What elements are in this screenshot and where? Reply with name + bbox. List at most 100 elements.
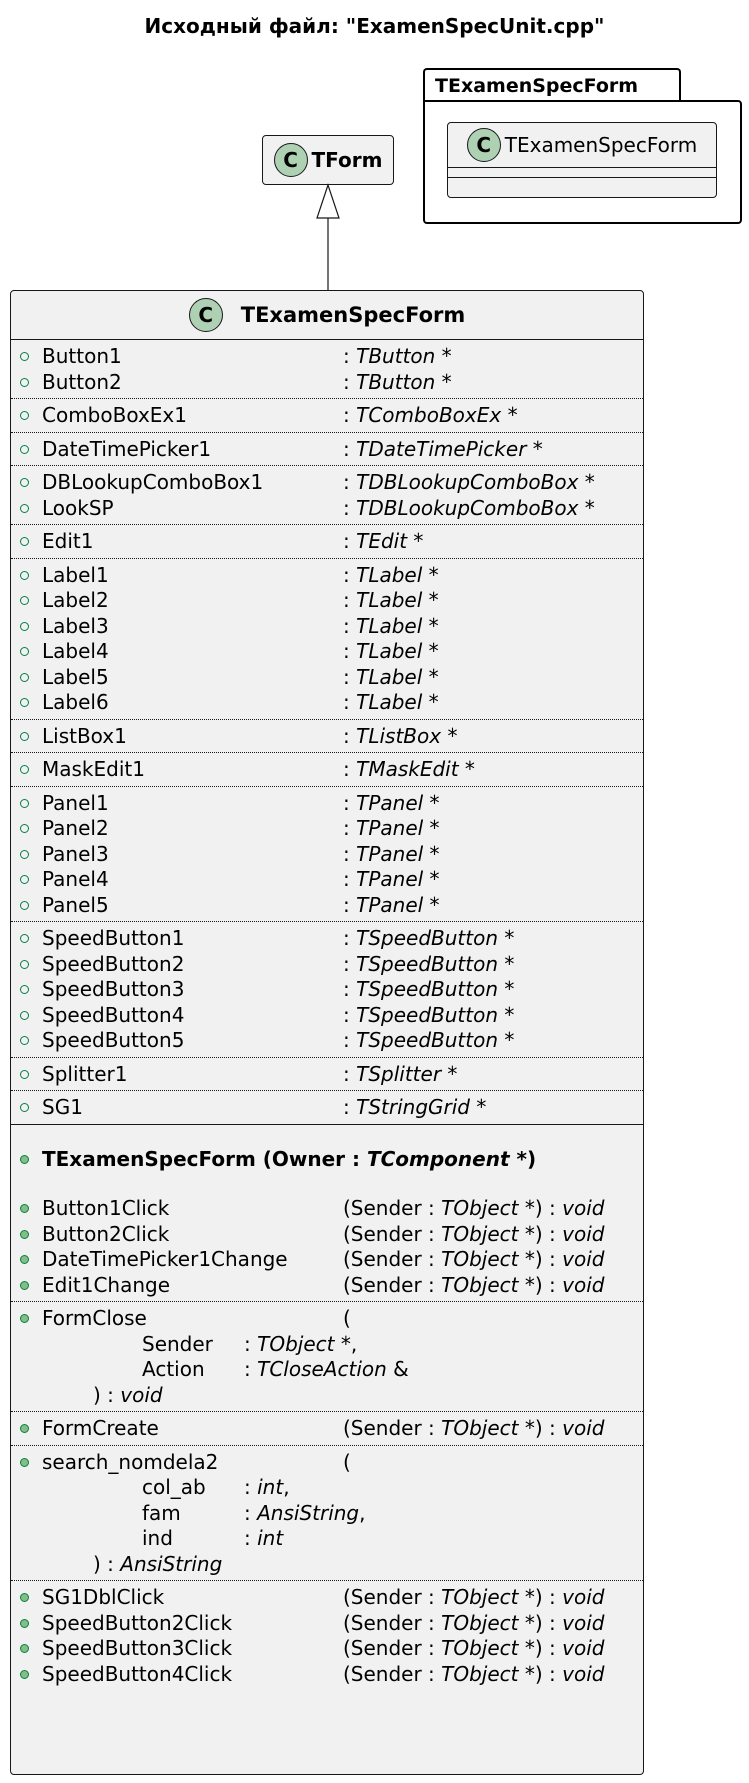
field-type: : TLabel * <box>343 639 439 663</box>
field-row: SpeedButton4 : TSpeedButton * <box>11 1003 643 1029</box>
method-signature: (Sender : TObject *) : void <box>343 1661 605 1686</box>
public-field-icon <box>20 959 29 969</box>
field-name: SpeedButton5 <box>42 1028 185 1052</box>
method-signature: ( <box>343 1449 351 1474</box>
public-field-icon <box>20 411 29 420</box>
field-name: Splitter1 <box>42 1061 128 1086</box>
field-name: SpeedButton4 <box>42 1002 185 1027</box>
field-name: Label3 <box>42 613 109 638</box>
method-param-row: ind: int <box>11 1526 643 1552</box>
field-type: : TStringGrid * <box>343 1095 487 1119</box>
field-name: Label2 <box>42 588 109 612</box>
field-group: ComboBoxEx1: TComboBoxEx * <box>11 399 643 432</box>
field-row: SpeedButton5 : TSpeedButton * <box>11 1028 643 1054</box>
field-name: DateTimePicker1 <box>42 436 212 461</box>
field-row: DBLookupComboBox1: TDBLookupComboBox * <box>11 470 643 496</box>
public-field-icon <box>20 875 29 884</box>
param-name: Action <box>142 1357 205 1381</box>
public-field-icon <box>20 798 29 808</box>
method-name: search_nomdela2 <box>42 1449 219 1474</box>
public-field-icon <box>20 824 29 833</box>
field-name: Panel2 <box>42 816 109 840</box>
field-type: : TLabel * <box>343 562 439 587</box>
method-row: SpeedButton3Click (Sender : TObject *) : … <box>11 1636 643 1662</box>
fields-compartment: Button1 : TButton * Button2: TButton * Comb… <box>11 340 643 1124</box>
public-field-icon <box>20 621 29 631</box>
method-row: Button2Click (Sender : TObject *) : void <box>11 1222 643 1248</box>
field-group: ListBox1: TListBox * <box>11 720 643 753</box>
main-class-name: TExamenSpecForm <box>240 303 466 327</box>
field-type: : TSpeedButton * <box>343 1028 515 1052</box>
param-name: Sender <box>142 1331 213 1356</box>
field-type: : TSpeedButton * <box>343 951 515 976</box>
public-method-icon <box>20 1457 29 1467</box>
public-method-icon <box>20 1204 29 1213</box>
field-name: SpeedButton1 <box>42 926 185 950</box>
field-name: Panel4 <box>42 867 109 891</box>
field-row: Panel5: TPanel * <box>11 893 643 919</box>
public-field-icon <box>20 647 29 656</box>
param-name: ind <box>142 1526 173 1550</box>
field-group: Panel1: TPanel * Panel2: TPanel * Panel3: … <box>11 787 643 922</box>
constructor-signature: TExamenSpecForm (Owner : TComponent *) <box>42 1146 537 1171</box>
field-row: ListBox1: TListBox * <box>11 724 643 750</box>
field-row: Edit1: TEdit * <box>11 529 643 555</box>
field-name: Label4 <box>42 639 109 663</box>
method-name: SpeedButton2Click <box>42 1610 233 1635</box>
method-signature: (Sender : TObject *) : void <box>343 1196 605 1220</box>
public-method-icon <box>20 1644 29 1653</box>
method-name: SpeedButton4Click <box>42 1661 233 1686</box>
field-row: SpeedButton3: TSpeedButton * <box>11 977 643 1003</box>
field-row: Label1 : TLabel * <box>11 563 643 589</box>
public-method-icon <box>20 1280 29 1290</box>
public-method-icon <box>20 1229 29 1239</box>
field-type: : TEdit * <box>343 529 424 553</box>
field-type: : TSpeedButton * <box>343 926 515 950</box>
method-row: DateTimePicker1Change (Sender : TObject *… <box>11 1247 643 1273</box>
method-row: SpeedButton2Click (Sender : TObject *) : … <box>11 1611 643 1637</box>
field-row: SpeedButton1 : TSpeedButton * <box>11 926 643 952</box>
method-signature: (Sender : TObject *) : void <box>343 1636 605 1660</box>
field-group: Button1 : TButton * Button2: TButton * <box>11 340 643 398</box>
public-field-icon <box>20 698 29 707</box>
param-type: : TCloseAction & <box>244 1357 409 1381</box>
method-param-row: fam: AnsiString, <box>11 1501 643 1527</box>
method-signature: (Sender : TObject *) : void <box>343 1610 605 1635</box>
field-group: DateTimePicker1 : TDateTimePicker * <box>11 433 643 466</box>
field-group: Edit1: TEdit * <box>11 525 643 558</box>
field-type: : TLabel * <box>343 690 439 714</box>
field-row: Button2: TButton * <box>11 370 643 396</box>
field-group: SG1: TStringGrid * <box>11 1091 643 1124</box>
method-param-row: Action : TCloseAction & <box>11 1357 643 1383</box>
method-signature: (Sender : TObject *) : void <box>343 1585 605 1609</box>
inheritance-arrow <box>316 183 340 290</box>
field-name: SpeedButton2 <box>42 951 185 976</box>
field-name: Panel1 <box>42 790 109 815</box>
field-type: : TMaskEdit * <box>343 757 475 781</box>
method-signature: ( <box>343 1306 351 1330</box>
field-type: : TButton * <box>343 369 452 394</box>
param-name: fam <box>142 1500 181 1525</box>
public-field-icon <box>20 765 29 774</box>
field-type: : TPanel * <box>343 841 440 866</box>
field-name: SpeedButton3 <box>42 977 185 1001</box>
method-close-row: ) : void <box>11 1383 643 1409</box>
field-type: : TSpeedButton * <box>343 1002 515 1027</box>
field-name: Label1 <box>42 562 109 587</box>
field-name: Button1 <box>42 344 122 368</box>
public-field-icon <box>20 900 29 910</box>
public-method-icon <box>20 1314 29 1323</box>
public-method-icon <box>20 1669 29 1679</box>
constructor-group: TExamenSpecForm (Owner : TComponent *) <box>11 1125 643 1197</box>
field-type: : TComboBoxEx * <box>343 403 518 427</box>
public-method-icon <box>20 1618 29 1628</box>
public-method-icon <box>20 1154 29 1164</box>
public-field-icon <box>20 377 29 387</box>
param-name: col_ab <box>142 1475 206 1499</box>
field-type: : TDateTimePicker * <box>343 436 543 461</box>
method-group: FormCreate (Sender : TObject *) : void <box>11 1412 643 1445</box>
main-class-box: C TExamenSpecForm Button1: TButton * Butt… <box>10 290 644 1775</box>
public-field-icon <box>20 503 29 513</box>
method-param-row: Sender: TObject *, <box>11 1332 643 1358</box>
field-name: DBLookupComboBox1 <box>42 470 264 494</box>
